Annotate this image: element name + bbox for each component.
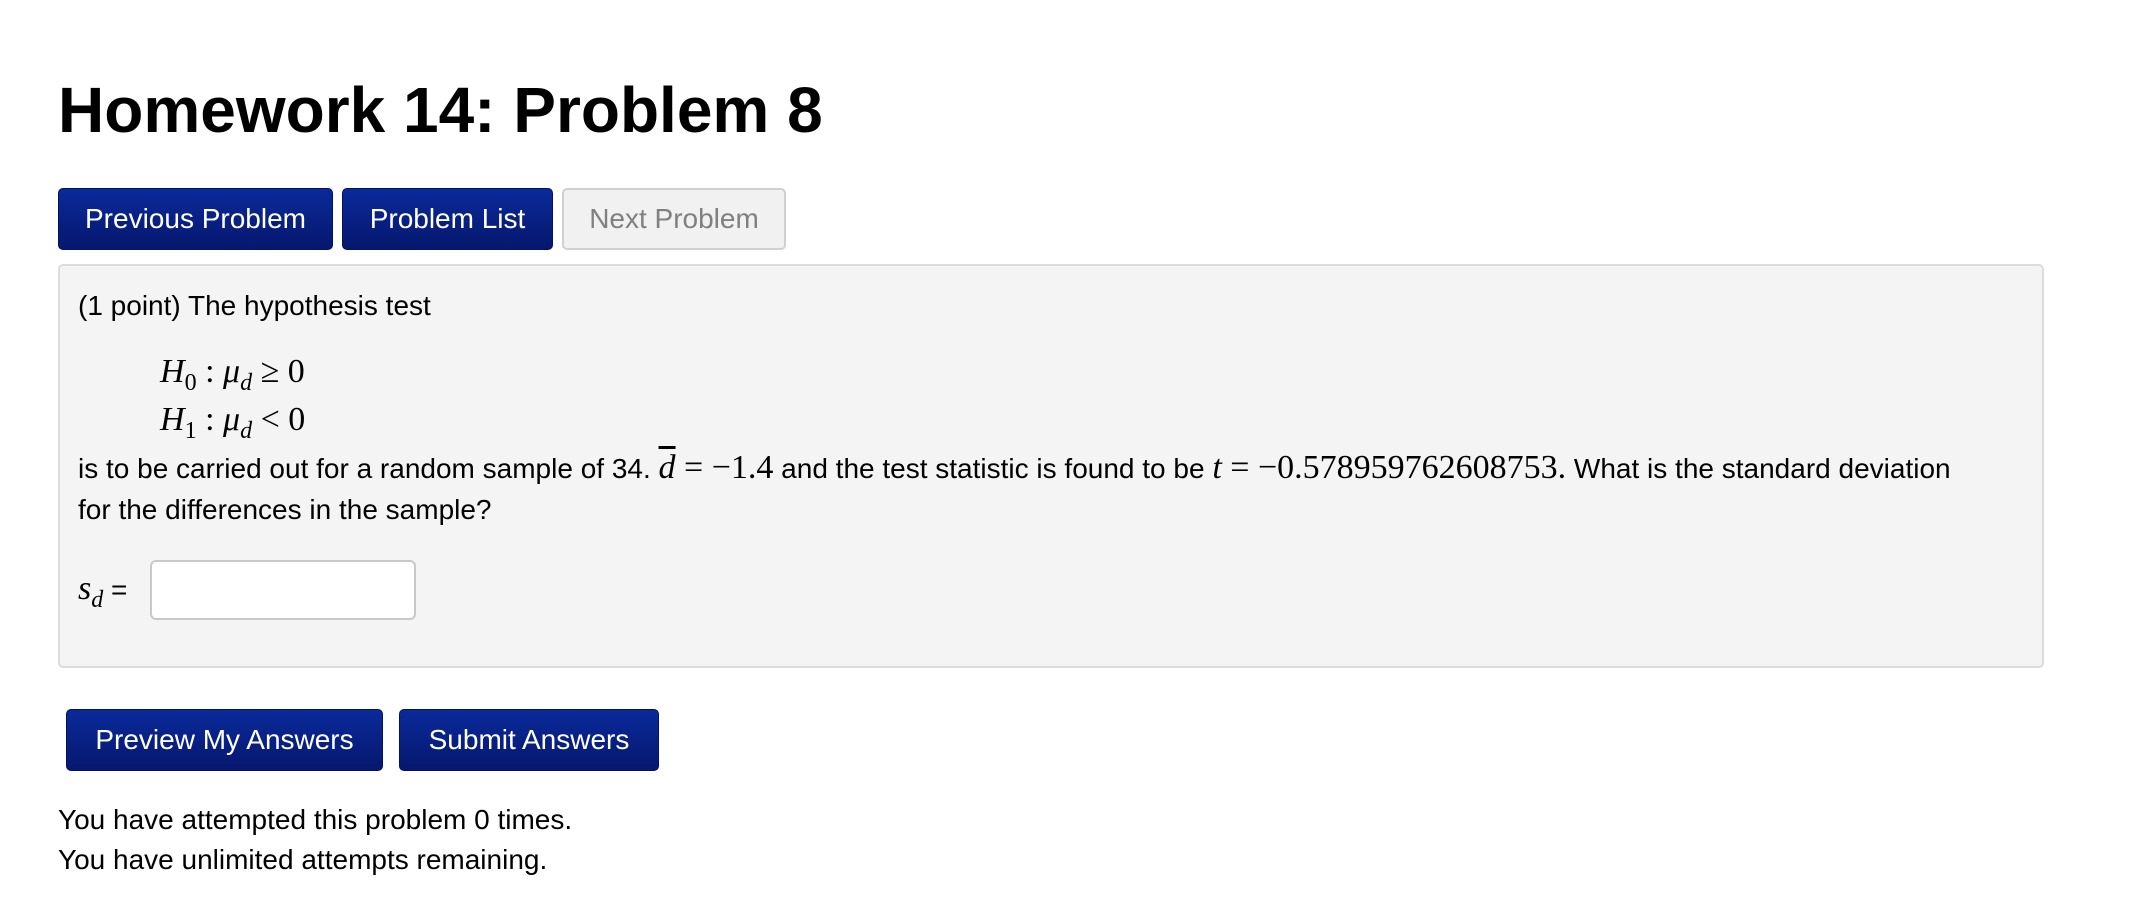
problem-statement-line-2: for the differences in the sample? bbox=[78, 494, 492, 525]
problem-statement-line-1: is to be carried out for a random sample… bbox=[78, 449, 1951, 486]
remaining-attempts-status: You have unlimited attempts remaining. bbox=[58, 844, 548, 875]
answer-actions: Preview My Answers Submit Answers bbox=[66, 709, 659, 771]
t-value: = −0.578959762608753. bbox=[1221, 449, 1567, 486]
t-symbol: t bbox=[1212, 449, 1222, 486]
dbar-value: = −1.4 bbox=[675, 449, 774, 486]
page-title: Homework 14: Problem 8 bbox=[58, 74, 823, 146]
dbar-symbol: d bbox=[658, 449, 676, 486]
problem-panel: (1 point) The hypothesis test H0 : μd ≥ … bbox=[58, 264, 2044, 668]
previous-problem-button[interactable]: Previous Problem bbox=[58, 188, 333, 250]
sd-label: sd = bbox=[78, 570, 128, 613]
next-problem-button: Next Problem bbox=[562, 188, 786, 250]
problem-intro: (1 point) The hypothesis test bbox=[78, 290, 431, 321]
null-hypothesis: H0 : μd ≥ 0 bbox=[160, 353, 305, 396]
page: Homework 14: Problem 8 Previous Problem … bbox=[0, 0, 2138, 918]
alternative-hypothesis: H1 : μd < 0 bbox=[160, 401, 306, 444]
submit-answers-button[interactable]: Submit Answers bbox=[399, 709, 659, 771]
attempts-status: You have attempted this problem 0 times. bbox=[58, 804, 573, 835]
problem-list-button[interactable]: Problem List bbox=[342, 188, 553, 250]
problem-navigation: Previous Problem Problem List Next Probl… bbox=[58, 188, 786, 250]
sd-answer-input[interactable] bbox=[150, 560, 416, 620]
preview-answers-button[interactable]: Preview My Answers bbox=[66, 709, 383, 771]
